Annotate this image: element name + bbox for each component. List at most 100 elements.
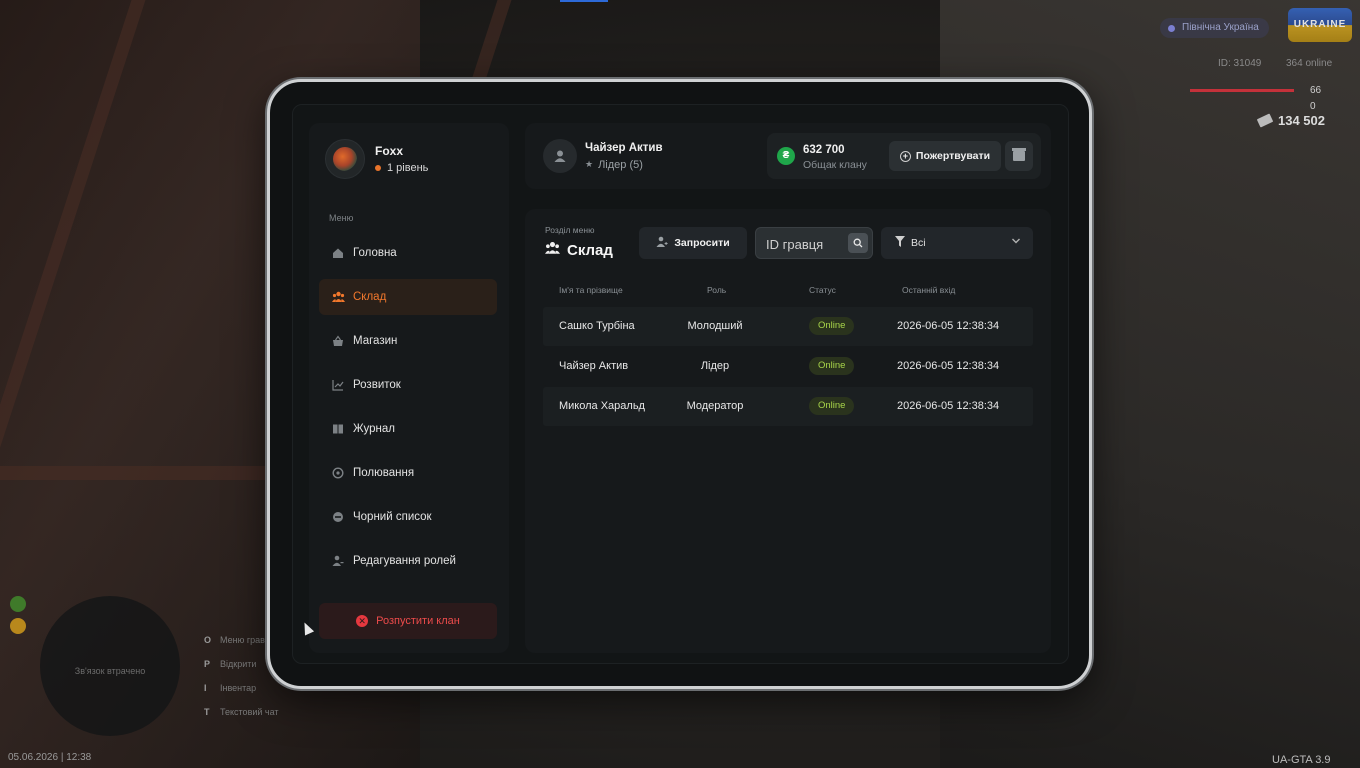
member-role: Молодший: [687, 320, 743, 332]
member-name: Микола Харальд: [559, 400, 645, 412]
table-row[interactable]: Чайзер Актив Лідер Online 2026-06-05 12:…: [543, 347, 1033, 386]
radar-text: Зв'язок втрачено: [74, 666, 146, 676]
member-role: Лідер: [700, 360, 730, 372]
leader-name: Чайзер Актив: [585, 141, 663, 154]
star-icon: ★: [585, 159, 594, 169]
hud-money: 134 502: [1256, 113, 1325, 128]
member-name: Сашко Турбіна: [559, 320, 635, 332]
column-name: Ім'я та прізвище: [559, 285, 623, 295]
basket-icon: [331, 334, 345, 348]
clan-tablet: Foxx 1 рівень Меню Головна Склад Магазин: [267, 79, 1092, 689]
table-row[interactable]: Сашко Турбіна Молодший Online 2026-06-05…: [543, 307, 1033, 346]
sidebar-item-blacklist[interactable]: Чорний список: [319, 499, 497, 535]
chevron-down-icon: [1011, 236, 1021, 249]
sidebar-item-warehouse[interactable]: Склад: [319, 279, 497, 315]
member-last-login: 2026-06-05 12:38:34: [897, 400, 1000, 412]
sidebar: Foxx 1 рівень Меню Головна Склад Магазин: [309, 123, 509, 653]
search-icon: [853, 238, 863, 248]
sidebar-item-label: Чорний список: [353, 511, 432, 523]
indicator-yellow-icon: [10, 618, 26, 634]
plus-circle-icon: +: [899, 150, 911, 162]
table-header: Ім'я та прізвище Роль Статус Останній вх…: [543, 285, 1033, 301]
sidebar-item-label: Головна: [353, 247, 397, 259]
leader-info: Чайзер Актив ★ Лідер (5): [543, 139, 663, 173]
table-row[interactable]: Микола Харальд Модератор Online 2026-06-…: [543, 387, 1033, 426]
hud-version: UA-GTA 3.9: [1272, 754, 1331, 766]
status-badge: Online: [809, 357, 855, 375]
status-badge: Online: [809, 317, 855, 335]
hud-indicators: [10, 596, 26, 640]
status-badge: Online: [809, 397, 855, 415]
invite-label: Запросити: [674, 237, 730, 249]
column-role: Роль: [707, 285, 727, 295]
hud-region-label: Північна Україна: [1160, 18, 1269, 38]
members-table: Сашко Турбіна Молодший Online 2026-06-05…: [543, 307, 1033, 427]
close-circle-icon: ✕: [356, 615, 369, 627]
hotkey-item: T Текстовий чат: [204, 707, 279, 717]
storage-box-button[interactable]: [1005, 141, 1033, 171]
level-dot-icon: [375, 165, 381, 171]
chart-icon: [331, 378, 345, 392]
sidebar-item-shop[interactable]: Магазин: [319, 323, 497, 359]
sidebar-item-label: Розвиток: [353, 379, 401, 391]
home-icon: [331, 246, 345, 260]
sidebar-menu: Головна Склад Магазин Розвиток Журнал По…: [319, 235, 497, 587]
health-bar: [1190, 89, 1294, 92]
member-last-login: 2026-06-05 12:38:34: [897, 360, 1000, 372]
disband-clan-label: Розпустити клан: [376, 615, 460, 627]
indicator-green-icon: [10, 596, 26, 612]
sidebar-item-home[interactable]: Головна: [319, 235, 497, 271]
user-edit-icon: [331, 554, 345, 568]
profile-level: 1 рівень: [375, 162, 428, 174]
role-filter-select[interactable]: Всі: [881, 227, 1033, 259]
bank-caption: Общак клану: [803, 159, 867, 171]
donate-button[interactable]: + Пожертвувати: [889, 141, 1001, 171]
clan-bank: ₴ 632 700 Общак клану + Пожертвувати: [767, 133, 1041, 179]
sidebar-item-label: Полювання: [353, 467, 415, 479]
users-icon: [331, 290, 345, 304]
donate-label: Пожертвувати: [915, 150, 991, 162]
sidebar-item-development[interactable]: Розвиток: [319, 367, 497, 403]
loading-bar: [560, 0, 608, 2]
player-id-input[interactable]: [766, 234, 846, 254]
column-last-login: Останній вхід: [902, 285, 956, 295]
sidebar-item-hunting[interactable]: Полювання: [319, 455, 497, 491]
sidebar-item-label: Журнал: [353, 423, 395, 435]
sidebar-item-label: Редагування ролей: [353, 555, 456, 567]
member-name: Чайзер Актив: [559, 360, 629, 372]
menu-caption: Меню: [329, 213, 354, 223]
money-value: 134 502: [1278, 113, 1325, 128]
hryvnia-coin-icon: ₴: [777, 147, 795, 165]
bank-amount: 632 700: [803, 144, 845, 156]
radar: Зв'язок втрачено: [40, 596, 180, 736]
avatar: [325, 139, 365, 179]
invite-button[interactable]: Запросити: [639, 227, 747, 259]
filter-value: Всі: [911, 237, 926, 249]
hud-player-id: ID: 31049: [1218, 58, 1262, 69]
hud-datetime: 05.06.2026 | 12:38: [8, 752, 92, 763]
page-title-label: Склад: [567, 241, 613, 259]
leader-role: ★ Лідер (5): [585, 159, 663, 171]
sidebar-item-label: Магазин: [353, 335, 398, 347]
disband-clan-button[interactable]: ✕ Розпустити клан: [319, 603, 497, 639]
member-last-login: 2026-06-05 12:38:34: [897, 320, 1000, 332]
leader-role-label: Лідер (5): [598, 158, 643, 171]
column-status: Статус: [809, 285, 836, 295]
money-icon: [1256, 113, 1274, 128]
sidebar-item-role-editing[interactable]: Редагування ролей: [319, 543, 497, 579]
health-value: 66: [1310, 85, 1322, 96]
user-icon: [543, 139, 577, 173]
sidebar-item-journal[interactable]: Журнал: [319, 411, 497, 447]
hotkey-item: I Інвентар: [204, 683, 257, 693]
warehouse-panel: Розділ меню Склад Запросити Всі: [525, 209, 1051, 653]
page-title: Склад: [545, 241, 613, 259]
profile-level-label: 1 рівень: [387, 162, 429, 174]
fox-avatar-icon: [333, 147, 357, 171]
archive-box-icon: [1012, 148, 1026, 161]
target-icon: [331, 466, 345, 480]
book-icon: [331, 422, 345, 436]
search-button[interactable]: [848, 233, 868, 253]
server-logo: UKRAINE: [1288, 8, 1352, 42]
armor-value: 0: [1310, 101, 1316, 112]
section-caption: Розділ меню: [545, 225, 595, 235]
